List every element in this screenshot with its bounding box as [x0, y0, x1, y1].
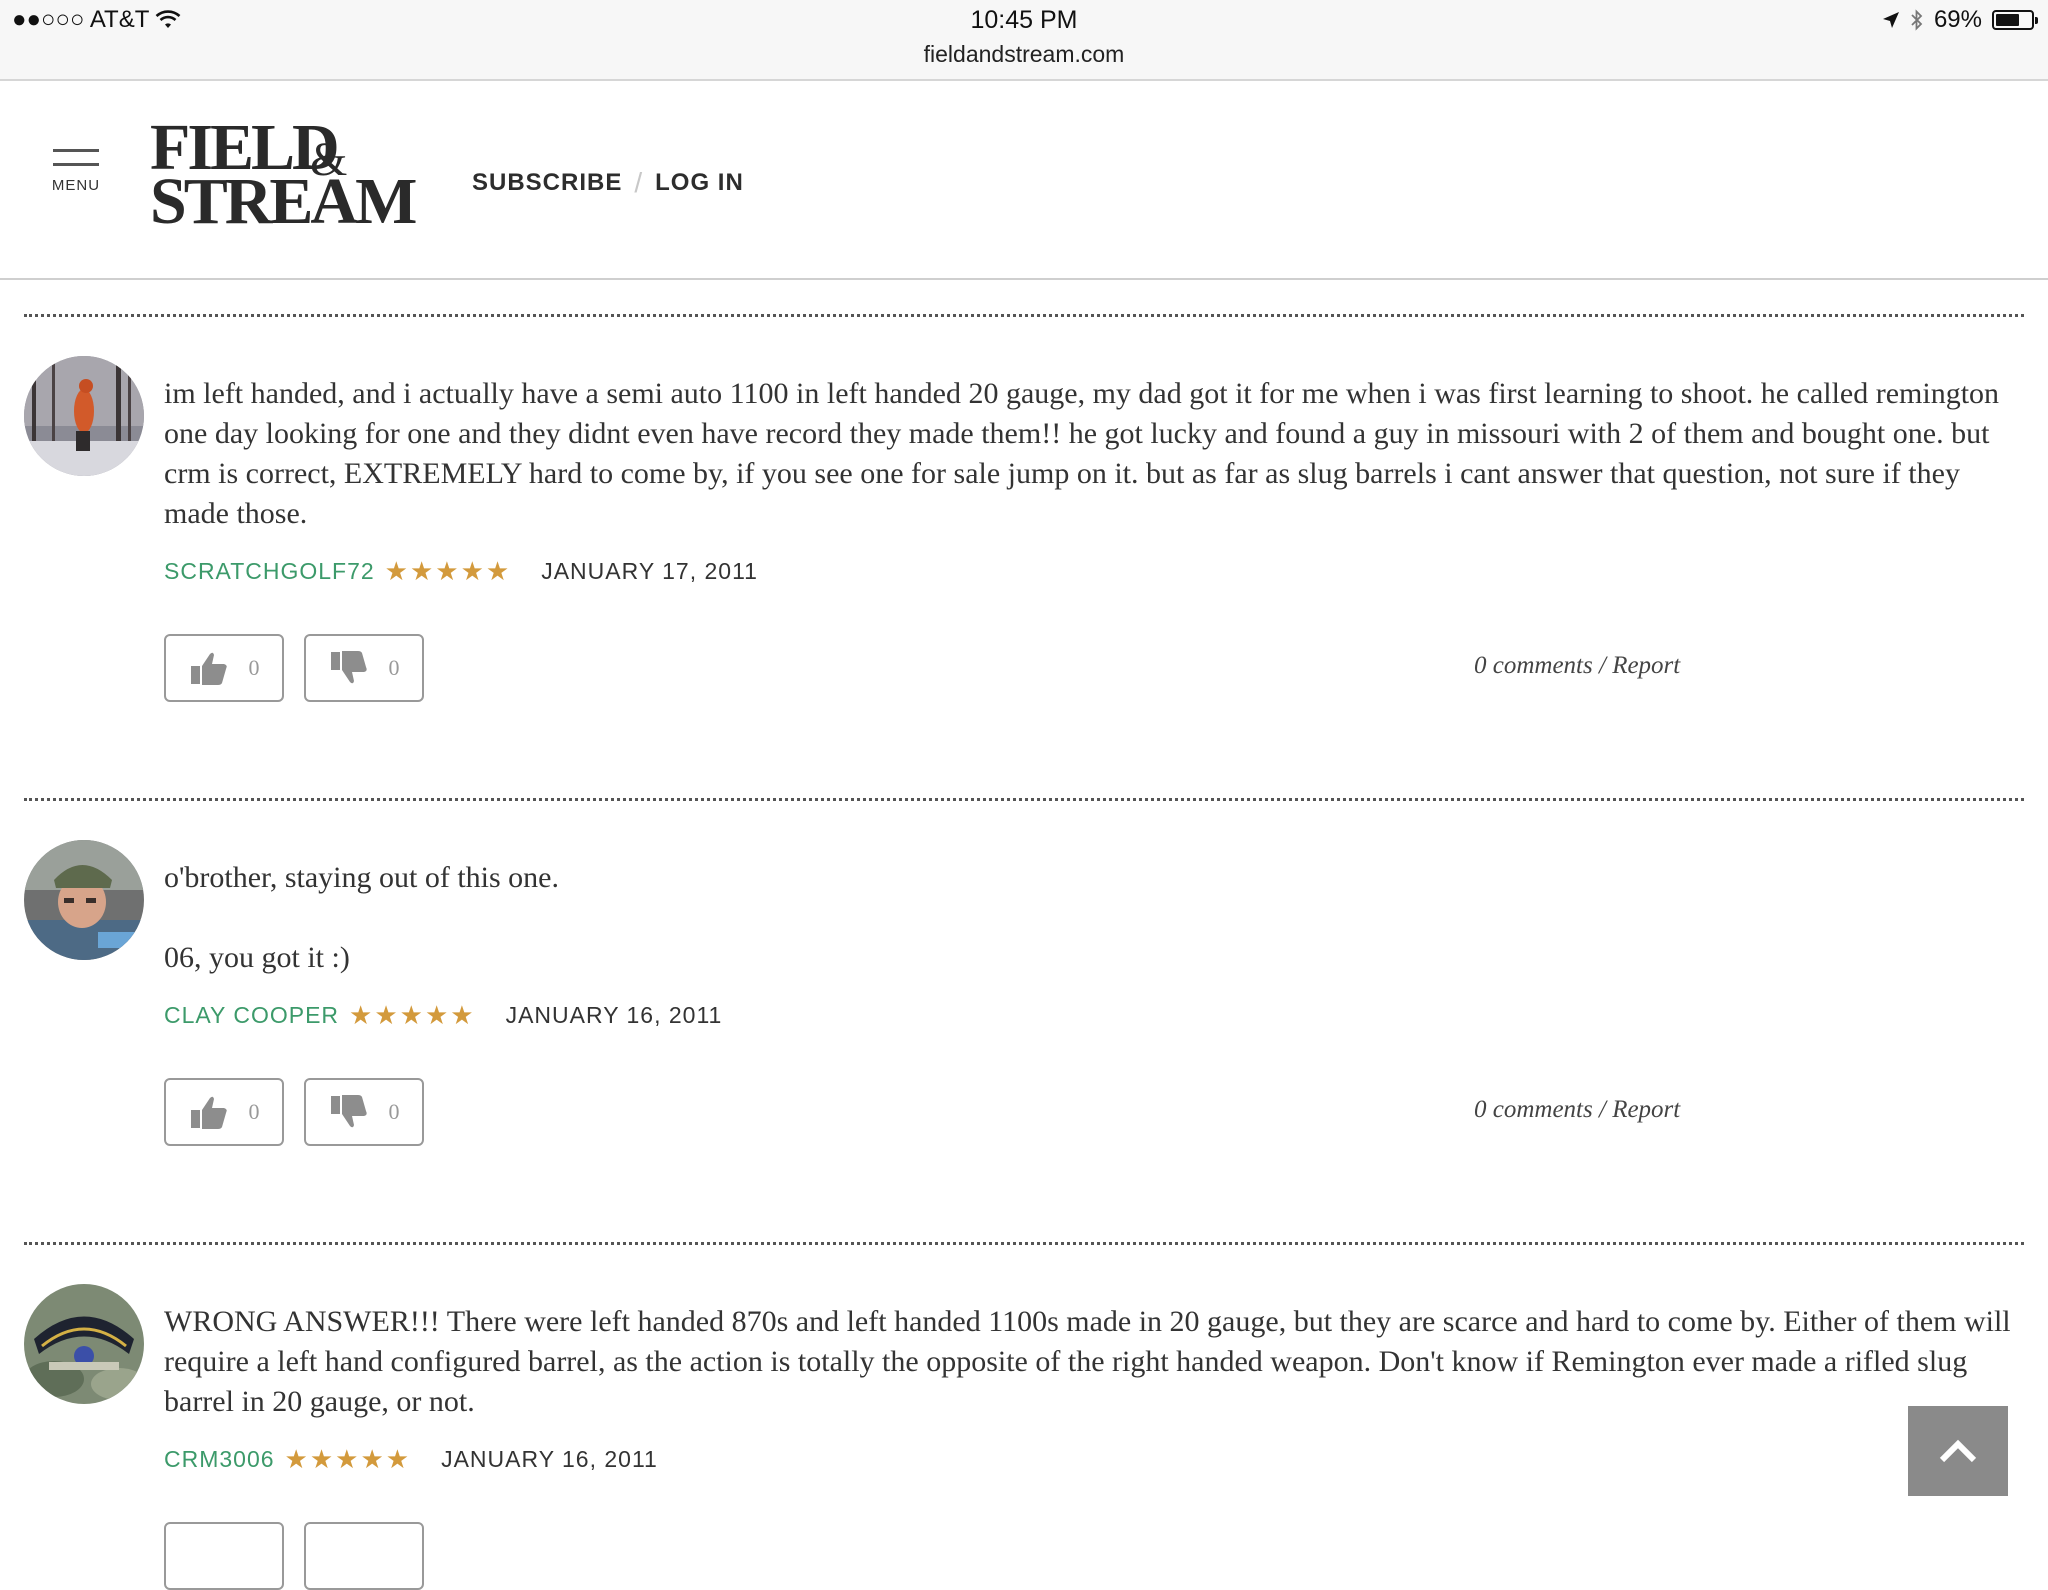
- downvote-button[interactable]: [304, 1522, 424, 1590]
- comment-date: JANUARY 16, 2011: [505, 1002, 723, 1028]
- comment-paragraph: o'brother, staying out of this one.: [164, 861, 559, 894]
- vote-buttons: 0 0: [164, 634, 424, 702]
- vote-buttons: [164, 1522, 424, 1590]
- comment-text: WRONG ANSWER!!! There were left handed 8…: [164, 1305, 2011, 1418]
- upvote-button[interactable]: [164, 1522, 284, 1590]
- battery-icon: [1992, 10, 2038, 30]
- rating-stars: ★★★★★: [349, 1000, 476, 1030]
- report-link[interactable]: Report: [1612, 652, 1680, 679]
- downvote-count: 0: [388, 655, 400, 680]
- site-logo[interactable]: FIELD & STREAM: [150, 115, 417, 238]
- chevron-up-icon: [1939, 1439, 1977, 1463]
- login-link[interactable]: LOG IN: [655, 169, 744, 197]
- avatar[interactable]: [24, 1284, 144, 1404]
- hamburger-icon: [53, 149, 99, 152]
- upvote-button[interactable]: 0: [164, 1078, 284, 1146]
- comment-text: o'brother, staying out of this one. 06, …: [164, 858, 2024, 978]
- comment-date: JANUARY 17, 2011: [541, 558, 758, 584]
- downvote-button[interactable]: 0: [304, 634, 424, 702]
- rating-stars: ★★★★★: [384, 556, 512, 586]
- downvote-button[interactable]: 0: [304, 1078, 424, 1146]
- avatar-hunter-woods-image: [24, 356, 144, 476]
- site-header: MENU FIELD & STREAM SUBSCRIBE / LOG IN: [0, 81, 2048, 280]
- avatar[interactable]: [24, 840, 144, 960]
- thumbs-up-icon: [190, 652, 227, 685]
- comment-divider: [24, 798, 2024, 801]
- author-link[interactable]: CRM3006: [164, 1446, 275, 1473]
- avatar-man-camo-hat-image: [24, 840, 144, 960]
- links-separator: /: [1598, 652, 1613, 679]
- comment-divider: [24, 1242, 2024, 1245]
- browser-status-bar: ●●○○○ AT&T 10:45 PM fieldandstream.com 6…: [0, 0, 2048, 81]
- author-link[interactable]: SCRATCHGOLF72: [164, 558, 375, 585]
- comment-date: JANUARY 16, 2011: [441, 1446, 658, 1472]
- report-link[interactable]: Report: [1612, 1096, 1680, 1123]
- address-bar-url[interactable]: fieldandstream.com: [0, 41, 2048, 68]
- menu-label: MENU: [51, 177, 101, 194]
- battery-fill: [1996, 14, 2019, 26]
- comments-count-link[interactable]: 0 comments: [1474, 652, 1593, 679]
- upvote-button[interactable]: 0: [164, 634, 284, 702]
- upvote-count: 0: [248, 655, 260, 680]
- comments-count-link[interactable]: 0 comments: [1474, 1096, 1593, 1123]
- status-right: 69%: [1882, 6, 2038, 34]
- downvote-count: 0: [388, 1099, 400, 1124]
- logo-ampersand: &: [310, 133, 347, 186]
- thumbs-up-icon: [190, 1096, 227, 1129]
- upvote-count: 0: [248, 1099, 260, 1124]
- avatar[interactable]: [24, 356, 144, 476]
- comment-meta: CLAY COOPER ★★★★★ JANUARY 16, 2011: [164, 1000, 722, 1031]
- author-link[interactable]: CLAY COOPER: [164, 1002, 339, 1029]
- subscribe-link[interactable]: SUBSCRIBE: [472, 169, 622, 197]
- hamburger-icon-bar: [53, 163, 99, 166]
- comment-paragraph: 06, you got it :): [164, 941, 350, 974]
- comment-links: 0 comments / Report: [1474, 1096, 1680, 1124]
- links-separator: /: [1598, 1096, 1613, 1123]
- thumbs-down-icon: [330, 1095, 367, 1128]
- avatar-military-patch-image: [24, 1284, 144, 1404]
- comment-meta: CRM3006 ★★★★★ JANUARY 16, 2011: [164, 1444, 658, 1475]
- location-arrow-icon: [1882, 12, 1899, 28]
- back-to-top-button[interactable]: [1908, 1406, 2008, 1496]
- thumbs-down-icon: [330, 651, 367, 684]
- comment-text: im left handed, and i actually have a se…: [164, 377, 2000, 530]
- menu-button[interactable]: MENU: [46, 149, 106, 194]
- clock: 10:45 PM: [970, 6, 1078, 34]
- comment-divider: [24, 314, 2024, 317]
- comment-meta: SCRATCHGOLF72 ★★★★★ JANUARY 17, 2011: [164, 556, 758, 587]
- vote-buttons: 0 0: [164, 1078, 424, 1146]
- logo-line-2: STREAM: [150, 165, 417, 238]
- comment-links: 0 comments / Report: [1474, 652, 1680, 680]
- auth-separator: /: [634, 167, 644, 198]
- bluetooth-icon: [1911, 9, 1923, 31]
- auth-links: SUBSCRIBE / LOG IN: [472, 167, 744, 199]
- rating-stars: ★★★★★: [284, 1444, 412, 1474]
- battery-percent: 69%: [1933, 6, 1982, 33]
